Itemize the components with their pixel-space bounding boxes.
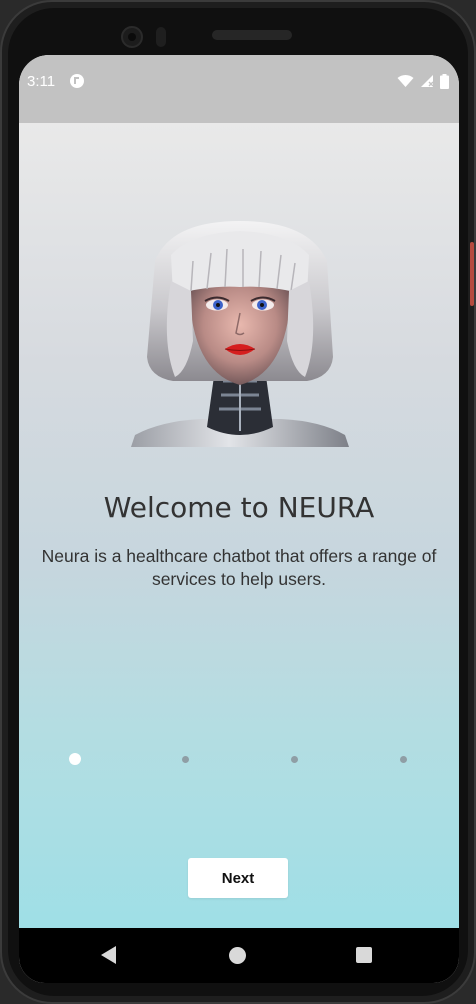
recents-icon[interactable]: [356, 947, 372, 963]
phone-frame: 3:11 Welcome to NEURA Neura is a healthc…: [0, 0, 476, 1004]
status-time: 3:11: [27, 73, 56, 90]
status-bar: 3:11: [19, 55, 459, 123]
status-icons: [397, 73, 449, 89]
navigation-bar: [19, 928, 459, 983]
proximity-sensor: [156, 27, 166, 47]
next-button[interactable]: Next: [188, 858, 288, 898]
home-icon[interactable]: [229, 947, 246, 964]
onboarding-page[interactable]: Welcome to NEURA Neura is a healthcare c…: [19, 123, 459, 928]
welcome-title: Welcome to NEURA: [103, 491, 375, 524]
back-icon[interactable]: [101, 946, 116, 964]
page-dot-1[interactable]: [69, 753, 81, 765]
page-dot-3[interactable]: [291, 756, 298, 763]
page-dot-4[interactable]: [400, 756, 407, 763]
page-dot-2[interactable]: [182, 756, 189, 763]
page-indicator: [19, 753, 459, 765]
earpiece-speaker: [212, 30, 292, 40]
front-camera: [121, 26, 143, 48]
wifi-icon: [397, 74, 414, 87]
battery-icon: [440, 73, 449, 89]
welcome-description: Neura is a healthcare chatbot that offer…: [41, 546, 437, 589]
robot-woman-portrait: [131, 221, 349, 447]
power-button[interactable]: [470, 242, 474, 306]
pocket-casts-icon: [70, 74, 84, 88]
signal-icon: [421, 75, 434, 87]
screen: 3:11 Welcome to NEURA Neura is a healthc…: [19, 55, 459, 983]
